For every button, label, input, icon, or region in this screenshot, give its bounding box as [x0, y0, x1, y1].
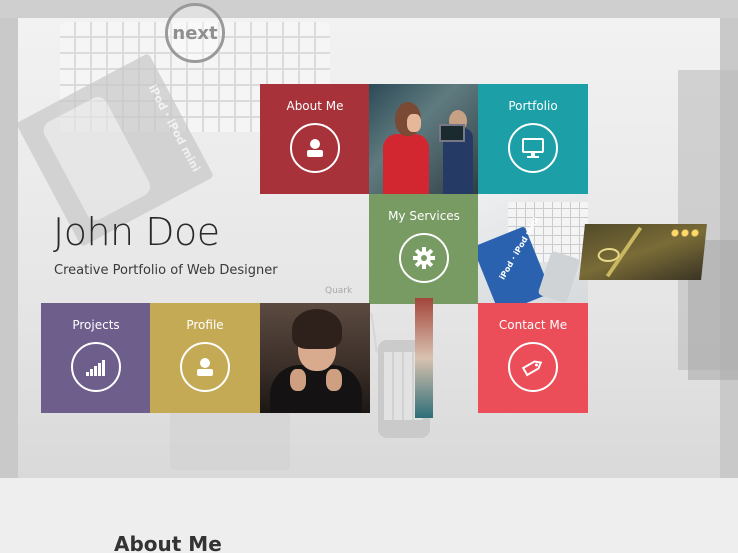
tile-portfolio[interactable]: Portfolio: [478, 84, 588, 194]
next-logo[interactable]: next: [165, 3, 225, 63]
hero-name: John Doe: [53, 210, 220, 254]
hero-tagline: Creative Portfolio of Web Designer: [54, 263, 278, 278]
background-small-photo: [415, 298, 433, 418]
photo-tile-desk[interactable]: iPod · iPod mini: [478, 194, 588, 304]
tile-about-me[interactable]: About Me: [260, 84, 370, 194]
portrait-hand-left: [290, 369, 306, 391]
logo-text: next: [172, 22, 218, 44]
tile-portfolio-label: Portfolio: [508, 99, 558, 113]
portrait-hair: [292, 309, 342, 349]
hero-top-strip: [0, 0, 738, 18]
portrait-hand-right: [326, 369, 342, 391]
tile-my-services[interactable]: My Services: [369, 194, 479, 304]
gear-icon: [399, 233, 449, 283]
tile-about-me-label: About Me: [286, 99, 344, 113]
tile-profile-label: Profile: [186, 318, 224, 332]
user-icon: [290, 123, 340, 173]
hero-left-strip: [0, 18, 18, 478]
photo-event-screen: [439, 124, 465, 142]
signal-bars-icon: [71, 342, 121, 392]
monitor-icon: [508, 123, 558, 173]
tile-contact-me-label: Contact Me: [498, 318, 568, 332]
photo-road-bike-lane[interactable]: [579, 224, 707, 280]
tile-my-services-label: My Services: [388, 209, 460, 223]
photo-tile-portrait[interactable]: [260, 303, 370, 413]
tile-profile[interactable]: Profile: [150, 303, 260, 413]
tag-icon: [508, 342, 558, 392]
user-icon: [180, 342, 230, 392]
about-me-heading: About Me: [114, 532, 222, 553]
background-desk-item: [170, 410, 290, 470]
photo-event-face: [407, 114, 421, 132]
tile-projects[interactable]: Projects: [41, 303, 151, 413]
tile-projects-label: Projects: [72, 318, 120, 332]
photo-tile-event[interactable]: [369, 84, 479, 194]
road-lights: [669, 228, 701, 238]
photo-event-red-shirt: [383, 134, 429, 194]
tile-contact-me[interactable]: Contact Me: [478, 303, 588, 413]
background-caption: Quark: [325, 286, 353, 296]
portrait-coat: [270, 365, 362, 413]
